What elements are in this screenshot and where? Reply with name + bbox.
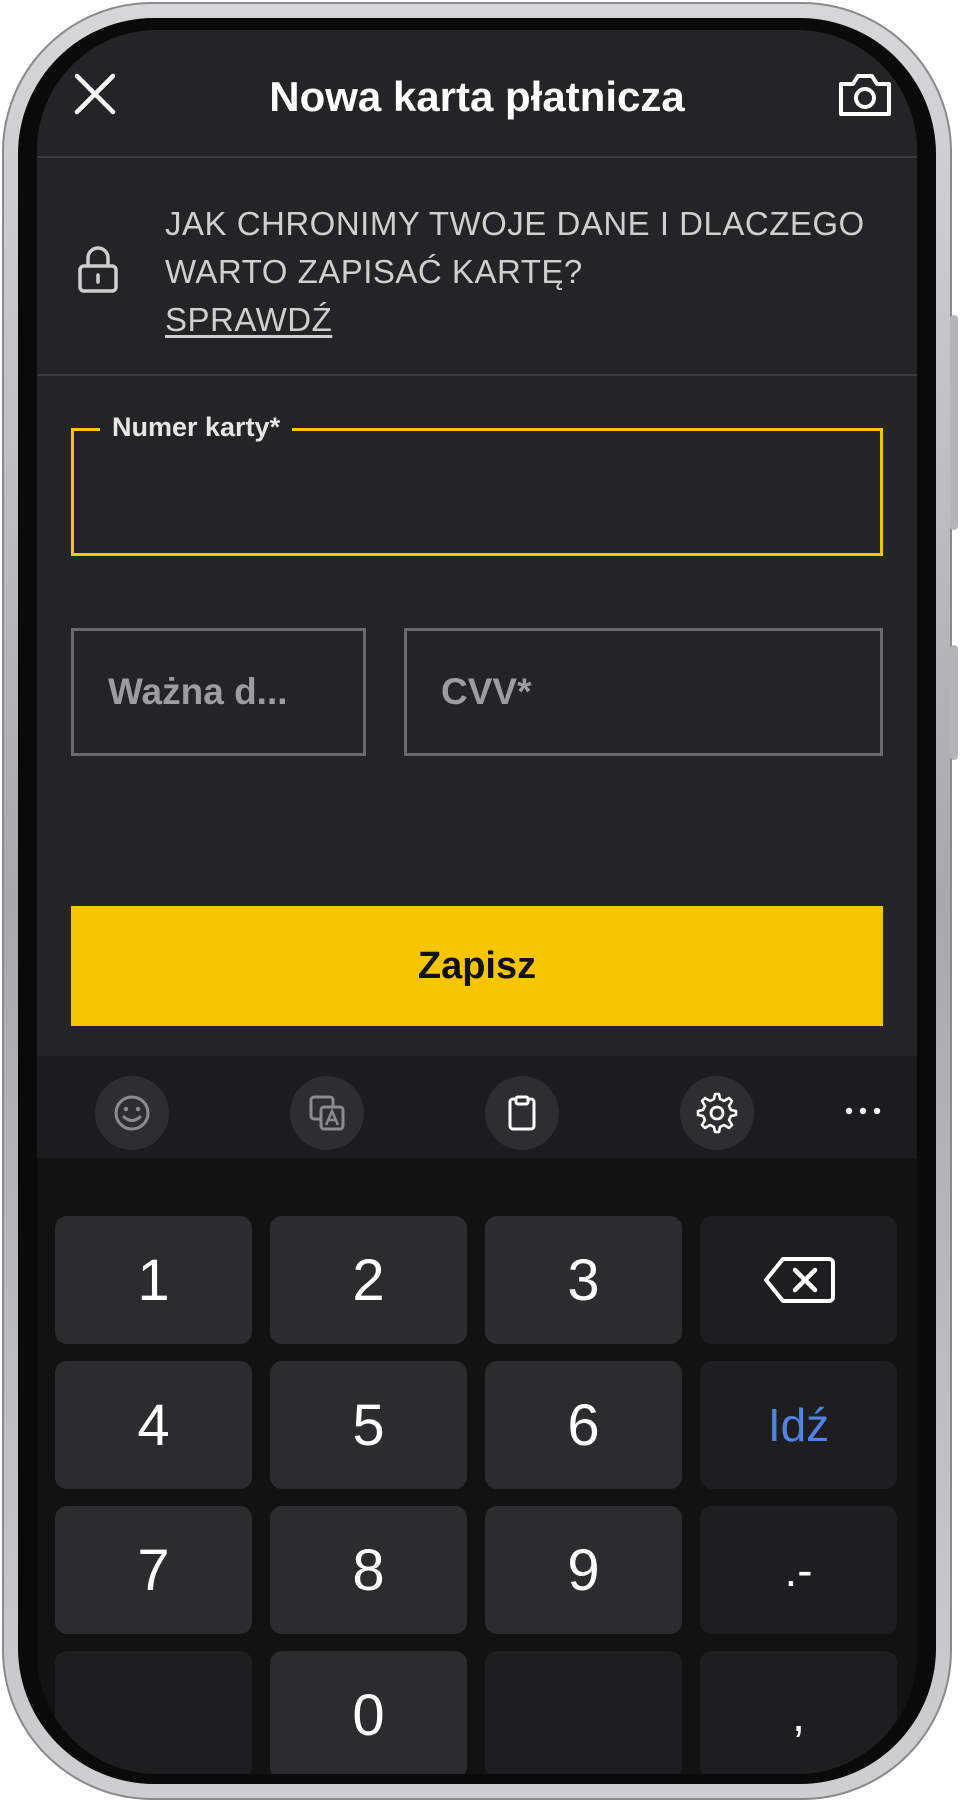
cvv-placeholder: CVV*: [441, 671, 532, 712]
app-screen: Nowa karta płatnicza JAK CHRONIMY TWOJE …: [37, 30, 917, 1774]
expiry-field[interactable]: Ważna d...: [71, 628, 366, 756]
divider: [37, 374, 917, 376]
cvv-field[interactable]: CVV*: [404, 628, 883, 756]
key-8[interactable]: 8: [270, 1506, 467, 1634]
translate-icon[interactable]: [290, 1076, 364, 1150]
key-6[interactable]: 6: [485, 1361, 682, 1489]
key-9[interactable]: 9: [485, 1506, 682, 1634]
key-4[interactable]: 4: [55, 1361, 252, 1489]
card-number-label: Numer karty*: [100, 409, 293, 445]
power-button: [950, 645, 958, 760]
more-icon[interactable]: [843, 1096, 883, 1126]
key-2[interactable]: 2: [270, 1216, 467, 1344]
numeric-keypad: 1 2 3 4 5 6 Idź 7 8 9 .- 0 ,: [37, 1158, 917, 1774]
check-link[interactable]: SPRAWDŹ: [165, 301, 332, 338]
key-5[interactable]: 5: [270, 1361, 467, 1489]
settings-icon[interactable]: [680, 1076, 754, 1150]
key-empty-right: [485, 1651, 682, 1774]
header: Nowa karta płatnicza: [37, 30, 917, 158]
go-key[interactable]: Idź: [700, 1361, 897, 1489]
key-7[interactable]: 7: [55, 1506, 252, 1634]
page-title: Nowa karta płatnicza: [269, 73, 685, 120]
key-dot-dash[interactable]: .-: [700, 1506, 897, 1634]
security-info: JAK CHRONIMY TWOJE DANE I DLACZEGO WARTO…: [37, 160, 917, 374]
save-button[interactable]: Zapisz: [71, 906, 883, 1026]
card-number-field[interactable]: Numer karty*: [71, 409, 883, 556]
clipboard-icon[interactable]: [485, 1076, 559, 1150]
volume-button: [950, 315, 958, 530]
lock-icon: [77, 244, 119, 294]
close-icon[interactable]: [71, 70, 119, 118]
key-empty-left: [55, 1651, 252, 1774]
key-0[interactable]: 0: [270, 1651, 467, 1774]
keyboard-toolbar: [37, 1056, 917, 1158]
backspace-key[interactable]: [700, 1216, 897, 1344]
camera-icon[interactable]: [837, 72, 893, 118]
key-comma[interactable]: ,: [700, 1651, 897, 1774]
expiry-placeholder: Ważna d...: [108, 671, 288, 712]
key-3[interactable]: 3: [485, 1216, 682, 1344]
info-text: JAK CHRONIMY TWOJE DANE I DLACZEGO WARTO…: [165, 205, 865, 290]
key-1[interactable]: 1: [55, 1216, 252, 1344]
divider: [37, 156, 917, 158]
emoji-icon[interactable]: [95, 1076, 169, 1150]
info-text-block: JAK CHRONIMY TWOJE DANE I DLACZEGO WARTO…: [165, 200, 885, 344]
backspace-icon: [763, 1257, 835, 1303]
